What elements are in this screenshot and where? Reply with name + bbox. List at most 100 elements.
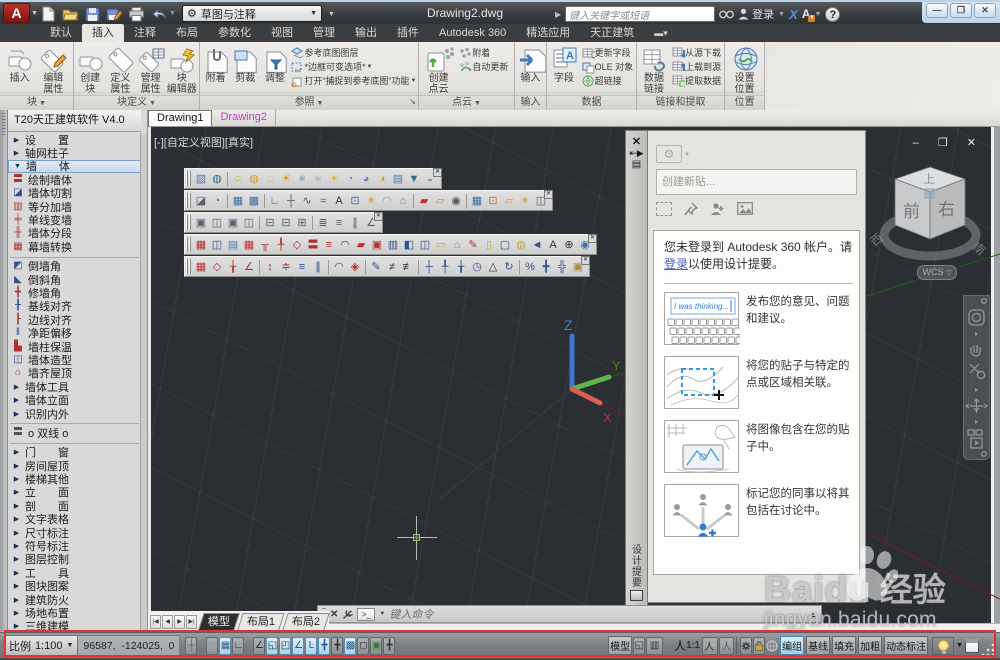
- toolbar-t20-dims[interactable]: ▦◇╁∠↕≑≡∥◠◈✎≠≢┼╀╁◷△↻%╋╬▣✕: [184, 256, 590, 277]
- print-icon[interactable]: [128, 6, 145, 22]
- panel-title-块[interactable]: 块 ▼: [0, 95, 73, 110]
- d-pen-a-icon[interactable]: ✎: [368, 259, 384, 275]
- ribbon-button-块编辑器[interactable]: 块 编辑器: [167, 44, 197, 95]
- workspace-switcher[interactable]: ⚙ 草图与注释 ▼: [182, 5, 322, 22]
- layout-tab-布局1[interactable]: 布局1: [237, 613, 285, 630]
- text-anno-icon[interactable]: A: [331, 193, 347, 209]
- ribbon-tab-视图[interactable]: 视图: [261, 24, 303, 42]
- signin-button[interactable]: 登录: [738, 6, 774, 22]
- ribbon-tab-默认[interactable]: 默认: [40, 24, 82, 42]
- snowflake-b-icon[interactable]: ∗: [310, 171, 326, 187]
- layer-shade-icon[interactable]: ▧: [193, 171, 209, 187]
- web-light-icon[interactable]: ◌: [262, 171, 278, 187]
- sidebar-item-o双线o[interactable]: 〓o 双线 o: [8, 426, 141, 439]
- t-pen-icon[interactable]: ✎: [465, 237, 481, 253]
- toolbar-grip[interactable]: [186, 193, 191, 208]
- toolbar-grip[interactable]: [186, 215, 191, 230]
- render-edit-icon[interactable]: ▱: [432, 193, 448, 209]
- render-preset-icon[interactable]: ◪: [193, 193, 209, 209]
- d-pen-b-icon[interactable]: ≠: [384, 259, 400, 275]
- toolbar-render-light[interactable]: ▧◍○◍◌☀∗∗☀◔◕◑▤▼◒✕: [184, 168, 442, 189]
- orbit-icon[interactable]: [966, 399, 987, 413]
- ungroup-b-icon[interactable]: ⊟: [278, 215, 294, 231]
- t-wall-b-icon[interactable]: ≡: [321, 237, 337, 253]
- snowflake-a-icon[interactable]: ∗: [294, 171, 310, 187]
- ribbon-button-附着[interactable]: 附着: [458, 46, 508, 59]
- signin-dropdown-icon[interactable]: ▼: [778, 11, 785, 18]
- d-move-icon[interactable]: ╋: [538, 259, 554, 275]
- ribbon-tab-插件[interactable]: 插件: [387, 24, 429, 42]
- layout-nav-button[interactable]: ▶: [174, 615, 185, 629]
- sun-status-icon[interactable]: ☀: [326, 171, 342, 187]
- t-block-red-icon[interactable]: ▣: [369, 237, 385, 253]
- layout-tab-布局2[interactable]: 布局2: [282, 613, 330, 630]
- t-table-blue-icon[interactable]: ▥: [385, 237, 401, 253]
- d-split-icon[interactable]: ≑: [278, 259, 294, 275]
- ribbon-tab-Autodesk 360[interactable]: Autodesk 360: [429, 24, 516, 42]
- ribbon-button-设置位置[interactable]: 设置 位置▼: [731, 44, 759, 95]
- wcs-dropdown[interactable]: WCS ▽: [917, 265, 957, 280]
- render-crop-icon[interactable]: ⊡: [347, 193, 363, 209]
- t-wall-edit-icon[interactable]: ◫: [209, 237, 225, 253]
- render-box-icon[interactable]: ⊡: [485, 193, 501, 209]
- t-mail-icon[interactable]: ▭: [433, 237, 449, 253]
- render-eye-icon[interactable]: ◉: [448, 193, 464, 209]
- t-window-icon[interactable]: ◫: [417, 237, 433, 253]
- list-dots-icon[interactable]: ≡: [331, 215, 347, 231]
- ungroup-a-icon[interactable]: ⊟: [262, 215, 278, 231]
- render-sun-icon[interactable]: ☀: [517, 193, 533, 209]
- anim-path-icon[interactable]: ∿: [299, 193, 315, 209]
- d-grid-red-icon[interactable]: ▦: [193, 259, 209, 275]
- ribbon-button-上载到源[interactable]: 上载到源: [671, 60, 721, 73]
- fly-mode-icon[interactable]: ┼: [283, 193, 299, 209]
- app-store-icon[interactable]: A▼: [802, 7, 811, 21]
- panel-title-链接和提取[interactable]: 链接和提取: [637, 95, 724, 110]
- t-layers-icon[interactable]: ▤: [225, 237, 241, 253]
- palette-close-icon[interactable]: ✕: [626, 135, 647, 148]
- d-angle-icon[interactable]: ∠: [241, 259, 257, 275]
- panel-title-参照[interactable]: 参照 ▼↘: [200, 95, 418, 110]
- geo-marker-icon[interactable]: ◕: [358, 171, 374, 187]
- group-a-icon[interactable]: ▣: [193, 215, 209, 231]
- command-prompt[interactable]: 键入命令: [389, 606, 433, 622]
- spot-light-icon[interactable]: ◍: [246, 171, 262, 187]
- ribbon-button-输入[interactable]: 输入: [517, 44, 545, 84]
- ribbon-button-更新字段[interactable]: 更新字段: [581, 46, 634, 59]
- shade-sphere-icon[interactable]: ◍: [209, 171, 225, 187]
- save-icon[interactable]: [84, 6, 101, 22]
- sidebar-scrollbar[interactable]: [140, 133, 147, 632]
- autodesk-exchange-icon[interactable]: X: [789, 7, 798, 22]
- panel-title-点云[interactable]: 点云 ▼: [419, 95, 514, 110]
- feed-settings-button[interactable]: ⚙: [656, 145, 682, 163]
- ribbon-button-调整[interactable]: 调整: [261, 44, 289, 84]
- t-door-icon[interactable]: ◧: [401, 237, 417, 253]
- d-clock-icon[interactable]: ◷: [469, 259, 485, 275]
- t-node-icon[interactable]: ◇: [289, 237, 305, 253]
- new-post-input[interactable]: 创建新贴...: [656, 169, 857, 195]
- d-point-icon[interactable]: ◈: [347, 259, 363, 275]
- sidebar-item-幕墙转换[interactable]: ▦幕墙转换: [8, 240, 141, 253]
- d-gap-icon[interactable]: ∥: [310, 259, 326, 275]
- toolbar-close-icon[interactable]: ✕: [433, 168, 442, 177]
- toolbar-grip[interactable]: [186, 237, 191, 252]
- ribbon-button-提取数据[interactable]: 提取数据: [671, 74, 721, 87]
- ribbon-button-创建点云[interactable]: 创建 点云: [425, 44, 453, 95]
- ribbon-button-自动更新[interactable]: 自动更新: [458, 60, 508, 73]
- file-tab-Drawing2[interactable]: Drawing2: [212, 110, 275, 126]
- d-axis-red-icon[interactable]: ╁: [225, 259, 241, 275]
- infocenter-toggle-icon[interactable]: ▶: [555, 10, 561, 19]
- undo-dropdown-icon[interactable]: ▼: [169, 10, 176, 17]
- layout-tab-模型[interactable]: 模型: [198, 613, 240, 630]
- image-icon[interactable]: [737, 202, 753, 216]
- ribbon-button-数据链接[interactable]: 数据 链接: [640, 44, 668, 95]
- t-book-icon[interactable]: ▯: [481, 237, 497, 253]
- toolbar-render[interactable]: ◪◔▦▩∟┼∿≈A⊡☀◠⌂▰▱◉▦⊡▱☀◫✕: [184, 190, 553, 211]
- ribbon-button-超链接[interactable]: 超链接: [581, 74, 634, 87]
- login-link[interactable]: 登录: [664, 257, 688, 271]
- ribbon-button-从源下载[interactable]: 从源下载: [671, 46, 721, 59]
- house-render-icon[interactable]: ⌂: [395, 193, 411, 209]
- ribbon-button-边框可变选项[interactable]: (x)*边框可变选项*▼: [290, 60, 416, 73]
- sun-props-icon[interactable]: ☀: [363, 193, 379, 209]
- drawing-window-buttons[interactable]: – ❐ ✕: [913, 136, 984, 149]
- list-group-icon[interactable]: ≣: [315, 215, 331, 231]
